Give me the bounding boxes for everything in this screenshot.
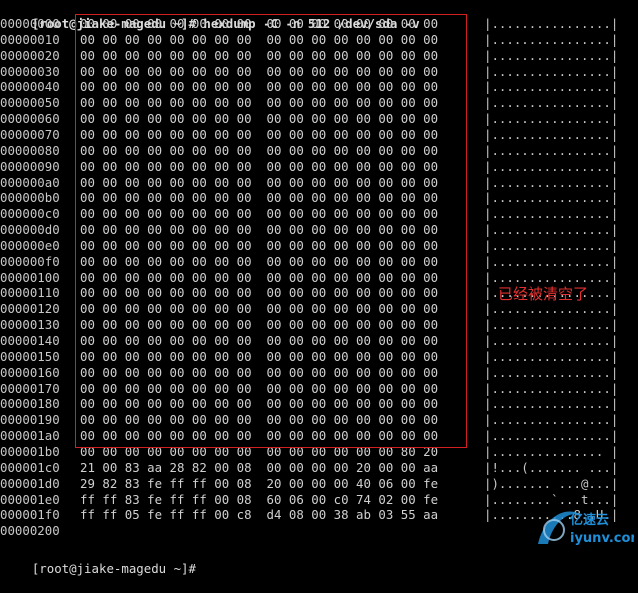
row-offset: 00000000 [0,16,60,31]
row-offset: 000000f0 [0,254,60,269]
row-offset: 00000150 [0,349,60,364]
row-ascii: |................| [484,412,619,427]
row-hex-bytes: 29 82 83 fe ff ff 00 08 20 00 00 00 40 0… [80,476,439,491]
row-ascii: |................| [484,349,619,364]
row-ascii: |!...(....... ...| [484,460,619,475]
row-ascii: |................| [484,143,619,158]
row-ascii: |................| [484,79,619,94]
row-offset: 00000180 [0,396,60,411]
row-hex-bytes: 21 00 83 aa 28 82 00 08 00 00 00 00 20 0… [80,460,439,475]
row-ascii: |................| [484,365,619,380]
watermark-title: 亿速云 [570,512,609,528]
row-ascii: |................| [484,175,619,190]
row-offset: 00000040 [0,79,60,94]
row-ascii: |................| [484,159,619,174]
terminal-window[interactable]: [root@jiake-magedu ~]# hexdump -C -n 512… [0,0,638,576]
row-ascii: |................| [484,270,619,285]
row-ascii: |................| [484,317,619,332]
row-offset: 000000c0 [0,206,60,221]
row-offset: 00000190 [0,412,60,427]
row-hex-bytes: ff ff 05 fe ff ff 00 c8 d4 08 00 38 ab 0… [80,507,439,522]
watermark-domain: iyunv.com [570,531,634,546]
row-ascii: |................| [484,396,619,411]
row-offset: 000000a0 [0,175,60,190]
row-offset: 00000100 [0,270,60,285]
row-ascii: |................| [484,48,619,63]
row-ascii: |................| [484,238,619,253]
row-offset: 000000e0 [0,238,60,253]
row-offset: 00000140 [0,333,60,348]
row-ascii: |................| [484,190,619,205]
row-ascii: |)....... ...@...| [484,476,619,491]
row-offset: 000000d0 [0,222,60,237]
row-offset: 00000110 [0,285,60,300]
row-offset: 000001a0 [0,428,60,443]
watermark-logo-icon: 亿速云 iyunv.com [538,511,634,546]
row-offset: 00000130 [0,317,60,332]
row-ascii: |................| [484,64,619,79]
row-offset: 000001c0 [0,460,60,475]
trailing-prompt-line: [root@jiake-magedu ~]# [2,545,196,576]
row-offset: 00000080 [0,143,60,158]
row-ascii: |................| [484,254,619,269]
row-ascii: |................| [484,95,619,110]
row-offset: 00000120 [0,301,60,316]
row-offset: 00000010 [0,32,60,47]
highlight-box [75,14,467,448]
row-offset: 00000170 [0,381,60,396]
row-ascii: |................| [484,333,619,348]
row-offset: 000001f0 [0,507,60,522]
row-ascii: |............... | [484,444,619,459]
row-offset: 00000160 [0,365,60,380]
trailing-prompt: [root@jiake-magedu ~]# [31,561,196,576]
row-offset: 000001b0 [0,444,60,459]
row-ascii: |................| [484,222,619,237]
row-offset: 00000090 [0,159,60,174]
row-ascii: |................| [484,127,619,142]
row-offset: 000001d0 [0,476,60,491]
row-ascii: |................| [484,206,619,221]
row-offset: 000001e0 [0,492,60,507]
row-offset: 00000020 [0,48,60,63]
row-offset: 00000030 [0,64,60,79]
row-ascii: |................| [484,16,619,31]
row-ascii: |................| [484,32,619,47]
row-offset: 00000200 [0,523,60,538]
annotation-label: 已经被清空了 [498,285,589,303]
row-offset: 00000060 [0,111,60,126]
row-ascii: |................| [484,111,619,126]
row-offset: 00000050 [0,95,60,110]
row-ascii: |................| [484,381,619,396]
row-hex-bytes: ff ff 83 fe ff ff 00 08 60 06 00 c0 74 0… [80,492,439,507]
row-offset: 000000b0 [0,190,60,205]
row-ascii: |................| [484,301,619,316]
row-offset: 00000070 [0,127,60,142]
row-ascii: |................| [484,428,619,443]
